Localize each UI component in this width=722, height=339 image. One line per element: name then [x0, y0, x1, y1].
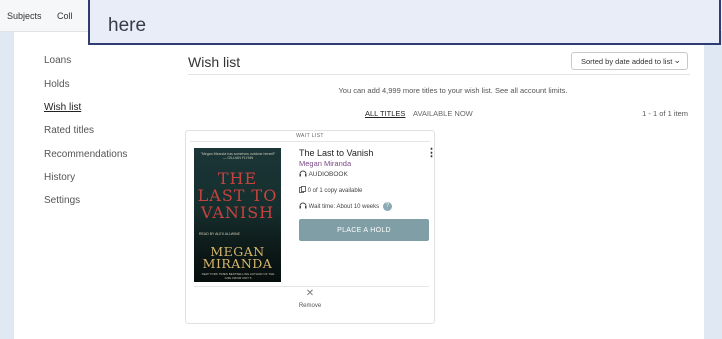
help-icon[interactable]: ? — [382, 202, 392, 211]
card-divider — [190, 141, 430, 142]
right-edge-bar — [704, 0, 722, 339]
nav-collections[interactable]: Coll — [57, 11, 73, 21]
cover-title: THE LAST TO VANISH — [197, 169, 278, 222]
sidebar-item-settings[interactable]: Settings — [44, 195, 80, 206]
title-card: WAIT LIST "Megan Miranda has somehow out… — [185, 130, 437, 324]
sidebar-item-wish-list[interactable]: Wish list — [44, 102, 81, 113]
sidebar-item-history[interactable]: History — [44, 172, 75, 183]
divider — [188, 74, 690, 75]
place-hold-button[interactable]: PLACE A HOLD — [299, 219, 429, 241]
headphones-icon — [299, 170, 307, 177]
tab-available-now[interactable]: AVAILABLE NOW — [413, 109, 473, 118]
sidebar-item-loans[interactable]: Loans — [44, 55, 71, 66]
availability: 0 of 1 copy available — [299, 186, 362, 194]
book-cover[interactable]: "Megan Miranda has somehow outdone herse… — [194, 148, 281, 282]
copies-icon — [299, 186, 306, 193]
wait-time-text: Wait time: About 10 weeks — [308, 204, 380, 211]
sort-label: Sorted by date added to list — [581, 57, 673, 66]
format-text: AUDIOBOOK — [308, 171, 348, 178]
sort-dropdown[interactable]: Sorted by date added to list ⌄ — [571, 52, 688, 70]
limit-text: You can add 4,999 more titles to your wi… — [338, 86, 568, 95]
availability-text: 0 of 1 copy available — [307, 188, 363, 194]
more-options-icon[interactable]: ⋮ — [426, 146, 437, 159]
overlay-banner: here — [88, 0, 721, 45]
sidebar-item-rated-titles[interactable]: Rated titles — [44, 125, 94, 136]
left-edge-bar — [0, 0, 14, 339]
cover-narrator: READ BY ALEX ALLWINE — [199, 232, 240, 236]
chevron-down-icon: ⌄ — [673, 55, 681, 65]
tab-all-titles[interactable]: ALL TITLES — [365, 109, 405, 118]
page-title: Wish list — [188, 54, 241, 70]
cover-blurb: "Megan Miranda has somehow outdone herse… — [200, 152, 276, 160]
book-title[interactable]: The Last to Vanish — [299, 148, 373, 158]
wait-time: Wait time: About 10 weeks ? — [299, 202, 392, 211]
wait-list-banner: WAIT LIST — [296, 133, 324, 139]
card-divider — [194, 286, 429, 287]
remove-button[interactable]: Remove — [186, 303, 434, 309]
remove-icon[interactable]: ✕ — [186, 288, 434, 299]
result-count: 1 - 1 of 1 item — [642, 109, 688, 118]
account-limit-message: You can add 4,999 more titles to your wi… — [0, 86, 722, 95]
cover-tagline: NEW YORK TIMES BESTSELLING AUTHOR OF THE… — [201, 272, 275, 280]
format-label: AUDIOBOOK — [299, 170, 348, 178]
cover-author: MEGAN MIRANDA — [202, 244, 273, 271]
sidebar-item-recommendations[interactable]: Recommendations — [44, 149, 127, 160]
book-author[interactable]: Megan Miranda — [299, 159, 351, 168]
banner-text: here — [108, 15, 147, 36]
headphones-icon — [299, 202, 307, 209]
nav-subjects[interactable]: Subjects — [7, 11, 42, 21]
